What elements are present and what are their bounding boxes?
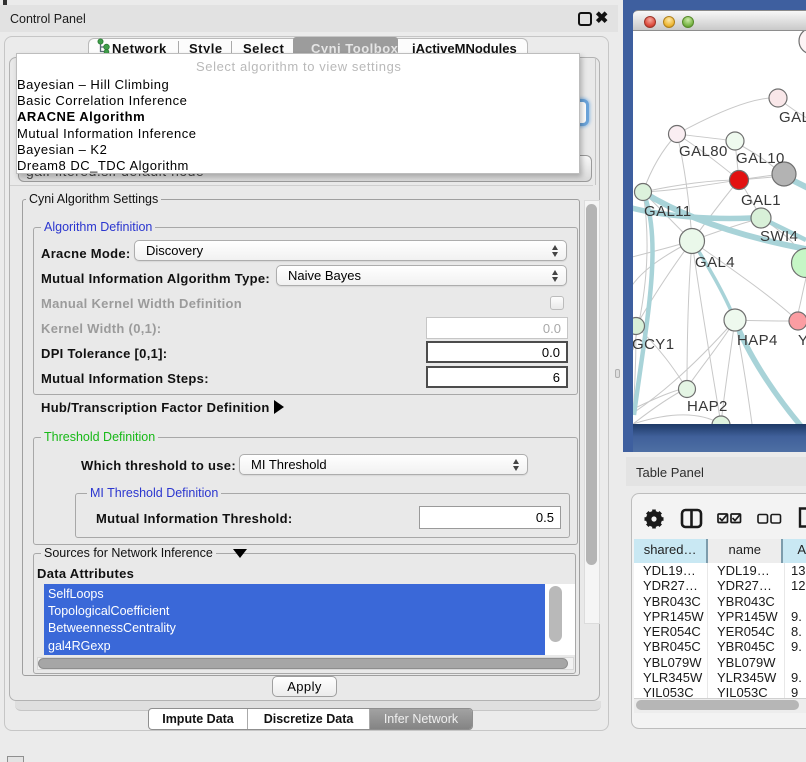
svg-text:HAP4: HAP4	[737, 332, 778, 349]
svg-text:GAL10: GAL10	[736, 150, 785, 167]
svg-text:GAL80: GAL80	[679, 143, 728, 160]
svg-text:GCY1: GCY1	[633, 336, 674, 353]
svg-text:GAL11: GAL11	[644, 203, 692, 220]
svg-text:GAL4: GAL4	[695, 254, 735, 271]
svg-text:HAP2: HAP2	[687, 398, 728, 415]
svg-text:YE: YE	[798, 332, 806, 349]
svg-text:GAL1: GAL1	[741, 192, 781, 209]
svg-text:SWI4: SWI4	[760, 228, 798, 245]
svg-text:GAL2: GAL2	[779, 109, 806, 126]
